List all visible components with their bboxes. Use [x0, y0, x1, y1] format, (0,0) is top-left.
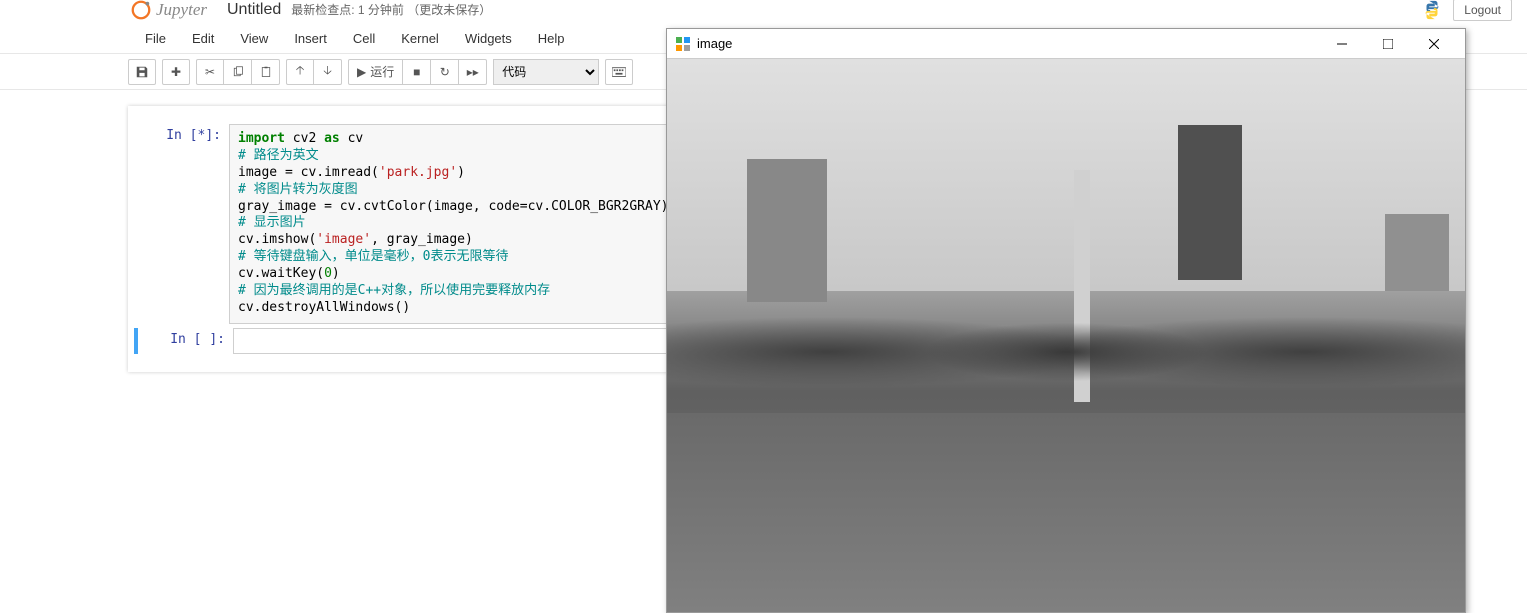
- move-down-button[interactable]: 🡣: [314, 59, 342, 85]
- menu-kernel[interactable]: Kernel: [388, 25, 452, 52]
- save-icon: [135, 65, 149, 79]
- fast-forward-icon: ▸▸: [467, 65, 479, 79]
- arrow-up-icon: 🡡: [296, 61, 305, 82]
- minimize-icon: [1337, 39, 1347, 49]
- close-button[interactable]: [1411, 29, 1457, 59]
- logout-button[interactable]: Logout: [1453, 0, 1512, 21]
- python-icon: [1421, 0, 1443, 21]
- menu-widgets[interactable]: Widgets: [452, 25, 525, 52]
- checkpoint-status: 最新检查点: 1 分钟前 （更改未保存）: [291, 1, 491, 18]
- minimize-button[interactable]: [1319, 29, 1365, 59]
- window-titlebar[interactable]: image: [667, 29, 1465, 59]
- copy-button[interactable]: [224, 59, 252, 85]
- restart-run-button[interactable]: ▸▸: [459, 59, 487, 85]
- move-up-button[interactable]: 🡡: [286, 59, 314, 85]
- paste-icon: [260, 66, 272, 78]
- paste-button[interactable]: [252, 59, 280, 85]
- menu-help[interactable]: Help: [525, 25, 578, 52]
- menu-edit[interactable]: Edit: [179, 25, 227, 52]
- cut-button[interactable]: ✂: [196, 59, 224, 85]
- menu-insert[interactable]: Insert: [281, 25, 340, 52]
- cell-type-select[interactable]: 代码: [493, 59, 599, 85]
- notebook-header: Jupyter Untitled 最新检查点: 1 分钟前 （更改未保存） Lo…: [0, 0, 1527, 25]
- menu-view[interactable]: View: [227, 25, 281, 52]
- stop-icon: ■: [413, 65, 420, 79]
- cut-icon: ✂: [205, 65, 215, 79]
- maximize-button[interactable]: [1365, 29, 1411, 59]
- notebook-name[interactable]: Untitled: [227, 1, 281, 19]
- image-display: [667, 59, 1465, 612]
- close-icon: [1429, 39, 1439, 49]
- menu-cell[interactable]: Cell: [340, 25, 388, 52]
- input-prompt: In [ ]:: [138, 328, 233, 354]
- save-button[interactable]: [128, 59, 156, 85]
- plus-icon: ✚: [171, 65, 181, 79]
- restart-button[interactable]: ↻: [431, 59, 459, 85]
- arrow-down-icon: 🡣: [323, 61, 332, 82]
- opencv-image-window: image: [666, 28, 1466, 613]
- interrupt-button[interactable]: ■: [403, 59, 431, 85]
- window-title: image: [697, 36, 732, 51]
- keyboard-icon: [612, 67, 626, 77]
- maximize-icon: [1383, 39, 1393, 49]
- jupyter-icon: [130, 0, 152, 21]
- menu-file[interactable]: File: [132, 25, 179, 52]
- window-app-icon: [675, 36, 691, 52]
- jupyter-logo[interactable]: Jupyter: [130, 0, 207, 21]
- jupyter-label: Jupyter: [156, 0, 207, 20]
- run-label: 运行: [370, 63, 394, 80]
- restart-icon: ↻: [440, 65, 450, 79]
- command-palette-button[interactable]: [605, 59, 633, 85]
- copy-icon: [232, 66, 244, 78]
- run-button[interactable]: ▶ 运行: [348, 59, 403, 85]
- input-prompt: In [*]:: [134, 124, 229, 324]
- play-icon: ▶: [357, 65, 366, 79]
- insert-cell-button[interactable]: ✚: [162, 59, 190, 85]
